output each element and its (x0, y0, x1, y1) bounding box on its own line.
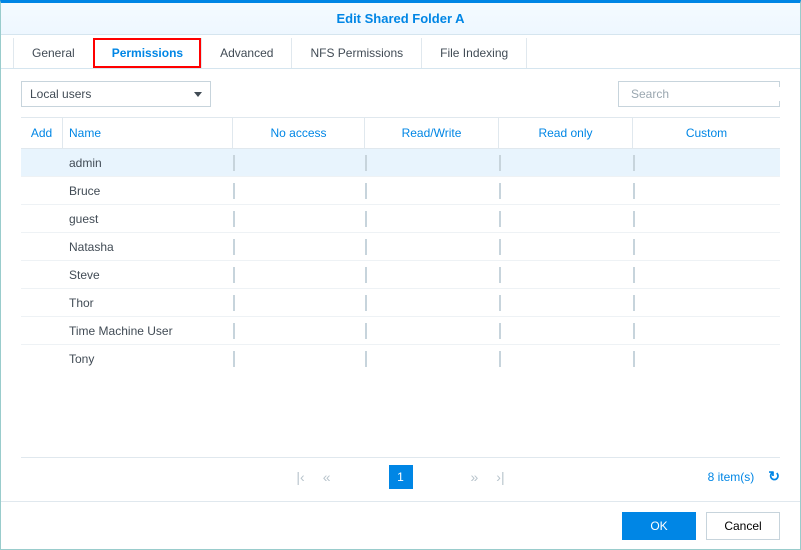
readwrite-checkbox[interactable] (365, 155, 367, 171)
search-input[interactable] (625, 87, 786, 101)
noaccess-checkbox[interactable] (233, 295, 235, 311)
noaccess-checkbox[interactable] (233, 323, 235, 339)
table-header: Add Name No access Read/Write Read only … (21, 118, 780, 148)
table-row[interactable]: admin (21, 148, 780, 176)
pager-nav: |‹ « 1 » ›| (296, 465, 504, 489)
readwrite-checkbox[interactable] (365, 295, 367, 311)
prev-page-icon[interactable]: « (323, 469, 331, 485)
cancel-button[interactable]: Cancel (706, 512, 780, 540)
custom-checkbox[interactable] (633, 155, 635, 171)
toolbar: Local users (1, 69, 800, 117)
table-row[interactable]: Time Machine User (21, 316, 780, 344)
next-page-icon[interactable]: » (471, 469, 479, 485)
readonly-checkbox[interactable] (499, 351, 501, 367)
user-name: Tony (63, 352, 233, 366)
tab-advanced[interactable]: Advanced (201, 38, 291, 68)
first-page-icon[interactable]: |‹ (296, 469, 304, 485)
table-row[interactable]: Bruce (21, 176, 780, 204)
table-body: admin Bruce guest Natasha Steve Thor Time Mach… (21, 148, 780, 372)
table-row[interactable]: Thor (21, 288, 780, 316)
custom-checkbox[interactable] (633, 239, 635, 255)
custom-checkbox[interactable] (633, 323, 635, 339)
noaccess-checkbox[interactable] (233, 183, 235, 199)
last-page-icon[interactable]: ›| (496, 469, 504, 485)
dialog-title: Edit Shared Folder A (1, 3, 800, 35)
user-name: Time Machine User (63, 324, 233, 338)
table-row[interactable]: guest (21, 204, 780, 232)
user-name: guest (63, 212, 233, 226)
search-box[interactable] (618, 81, 780, 107)
readwrite-checkbox[interactable] (365, 267, 367, 283)
dialog-window: Edit Shared Folder A General Permissions… (0, 0, 801, 550)
noaccess-checkbox[interactable] (233, 155, 235, 171)
table-row[interactable]: Steve (21, 260, 780, 288)
reload-icon[interactable]: ↻ (768, 468, 780, 485)
ok-button[interactable]: OK (622, 512, 696, 540)
col-ro[interactable]: Read only (499, 118, 633, 148)
tab-file-indexing[interactable]: File Indexing (421, 38, 527, 68)
noaccess-checkbox[interactable] (233, 239, 235, 255)
item-count: 8 item(s) (708, 470, 755, 484)
readonly-checkbox[interactable] (499, 295, 501, 311)
user-name: Thor (63, 296, 233, 310)
noaccess-checkbox[interactable] (233, 267, 235, 283)
col-name[interactable]: Name (63, 118, 233, 148)
readonly-checkbox[interactable] (499, 323, 501, 339)
noaccess-checkbox[interactable] (233, 211, 235, 227)
tab-permissions[interactable]: Permissions (93, 38, 201, 68)
col-add[interactable]: Add (21, 118, 63, 148)
custom-checkbox[interactable] (633, 267, 635, 283)
pager: |‹ « 1 » ›| 8 item(s) ↻ (21, 457, 780, 495)
dialog-footer: OK Cancel (1, 501, 800, 549)
custom-checkbox[interactable] (633, 211, 635, 227)
readonly-checkbox[interactable] (499, 239, 501, 255)
custom-checkbox[interactable] (633, 295, 635, 311)
tab-general[interactable]: General (13, 38, 93, 68)
readwrite-checkbox[interactable] (365, 239, 367, 255)
table-row[interactable]: Natasha (21, 232, 780, 260)
chevron-down-icon (194, 92, 202, 97)
custom-checkbox[interactable] (633, 183, 635, 199)
user-name: Natasha (63, 240, 233, 254)
tab-bar: General Permissions Advanced NFS Permiss… (1, 35, 800, 69)
readwrite-checkbox[interactable] (365, 211, 367, 227)
readwrite-checkbox[interactable] (365, 183, 367, 199)
current-page[interactable]: 1 (389, 465, 413, 489)
table-row[interactable]: Tony (21, 344, 780, 372)
readonly-checkbox[interactable] (499, 155, 501, 171)
col-rw[interactable]: Read/Write (365, 118, 499, 148)
user-name: Bruce (63, 184, 233, 198)
permissions-table: Add Name No access Read/Write Read only … (21, 117, 780, 372)
user-type-dropdown[interactable]: Local users (21, 81, 211, 107)
readonly-checkbox[interactable] (499, 211, 501, 227)
col-noaccess[interactable]: No access (233, 118, 365, 148)
readonly-checkbox[interactable] (499, 183, 501, 199)
user-name: Steve (63, 268, 233, 282)
col-custom[interactable]: Custom (633, 118, 780, 148)
noaccess-checkbox[interactable] (233, 351, 235, 367)
readwrite-checkbox[interactable] (365, 351, 367, 367)
custom-checkbox[interactable] (633, 351, 635, 367)
readwrite-checkbox[interactable] (365, 323, 367, 339)
user-name: admin (63, 156, 233, 170)
tab-nfs-permissions[interactable]: NFS Permissions (291, 38, 421, 68)
readonly-checkbox[interactable] (499, 267, 501, 283)
dropdown-value: Local users (30, 87, 91, 101)
